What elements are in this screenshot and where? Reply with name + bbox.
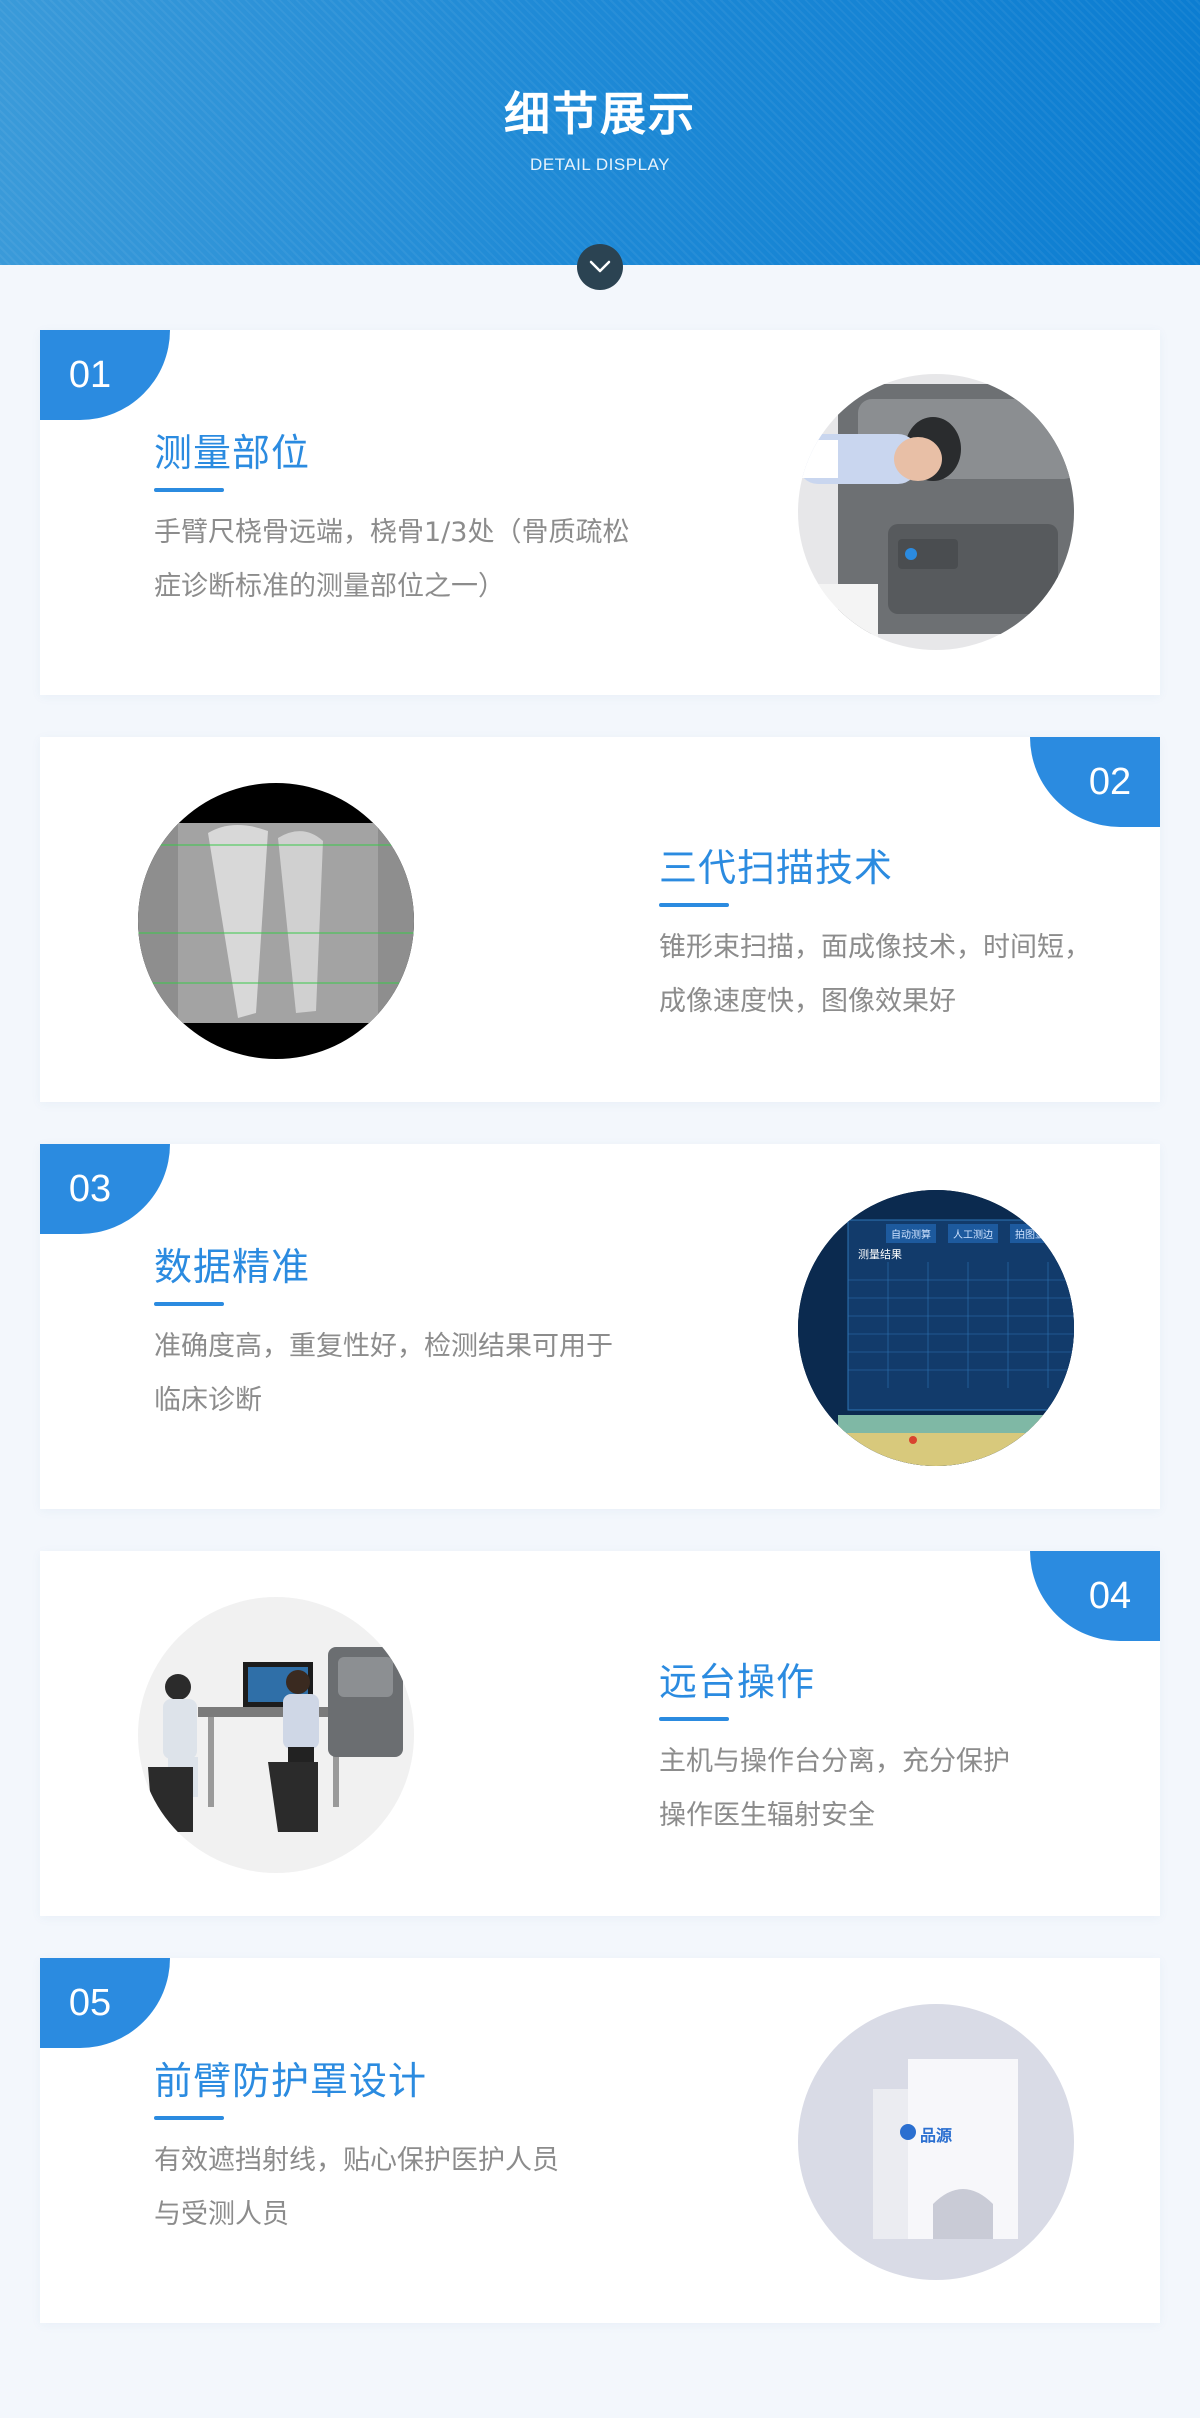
title-underline: [659, 1717, 729, 1721]
scroll-down-button[interactable]: [577, 244, 623, 290]
screen-tab-manual: 人工测边: [948, 1224, 998, 1243]
card-desc-line: 与受测人员: [154, 2199, 289, 2230]
card-title: 三代扫描技术: [659, 846, 894, 890]
measurement-software-screen: 自动测算 人工测边 拍图显示 测量结果: [798, 1190, 1074, 1466]
card-text: 前臂防护罩设计 有效遮挡射线，贴心保护医护人员 与受测人员: [154, 2058, 559, 2242]
card-title: 数据精准: [154, 1245, 311, 1289]
card-number-badge: 03: [40, 1144, 170, 1234]
feature-card-scan-technology: 02 三代扫描技术 锥形束扫描，面成像技术，时间短， 成像速度快，图像效果好: [40, 737, 1160, 1102]
card-title: 测量部位: [154, 431, 311, 475]
detail-header: 细节展示 DETAIL DISPLAY: [0, 0, 1200, 265]
card-text: 测量部位 手臂尺桡骨远端，桡骨1/3处（骨质疏松 症诊断标准的测量部位之一）: [154, 430, 629, 614]
card-text: 三代扫描技术 锥形束扫描，面成像技术，时间短， 成像速度快，图像效果好: [659, 845, 1091, 1029]
shield-logo: 品源: [920, 2126, 953, 2145]
card-title: 前臂防护罩设计: [154, 2059, 428, 2103]
card-desc-line: 临床诊断: [154, 1385, 262, 1416]
title-underline: [154, 1302, 224, 1306]
screen-tab-photo: 拍图显示: [1010, 1224, 1060, 1243]
page-title: 细节展示: [504, 87, 696, 141]
feature-card-measurement-site: 01 测量部位 手臂尺桡骨远端，桡骨1/3处（骨质疏松 症诊断标准的测量部位之一…: [40, 330, 1160, 695]
card-desc-line: 症诊断标准的测量部位之一）: [154, 571, 505, 602]
chevron-down-icon: [589, 260, 611, 273]
card-desc-line: 主机与操作台分离，充分保护: [659, 1746, 1010, 1777]
feature-card-accurate-data: 03 数据精准 准确度高，重复性好，检测结果可用于 临床诊断 自动测算 人工测边…: [40, 1144, 1160, 1509]
remote-operation-photo: [138, 1597, 414, 1873]
feature-card-remote-operation: 04 远台操作 主机与操作台分离，充分保护 操作医生辐射安全: [40, 1551, 1160, 1916]
feature-card-shield-design: 05 前臂防护罩设计 有效遮挡射线，贴心保护医护人员 与受测人员 品源: [40, 1958, 1160, 2323]
screen-tab-auto: 自动测算: [886, 1224, 936, 1243]
card-text: 数据精准 准确度高，重复性好，检测结果可用于 临床诊断: [154, 1244, 613, 1428]
title-underline: [154, 488, 224, 492]
page-subtitle: DETAIL DISPLAY: [530, 155, 670, 174]
screen-panel-title: 测量结果: [858, 1248, 902, 1261]
card-number-badge: 01: [40, 330, 170, 420]
card-desc-line: 锥形束扫描，面成像技术，时间短，: [659, 932, 1091, 963]
card-desc-line: 有效遮挡射线，贴心保护医护人员: [154, 2145, 559, 2176]
card-number-badge: 02: [1030, 737, 1160, 827]
forearm-scanner-photo: [798, 374, 1074, 650]
card-desc-line: 手臂尺桡骨远端，桡骨1/3处（骨质疏松: [154, 517, 630, 548]
card-desc-line: 成像速度快，图像效果好: [659, 986, 956, 1017]
xray-bone-image: [138, 783, 414, 1059]
card-number-badge: 05: [40, 1958, 170, 2048]
title-underline: [154, 2116, 224, 2120]
card-title: 远台操作: [659, 1660, 816, 1704]
card-number-badge: 04: [1030, 1551, 1160, 1641]
title-underline: [659, 903, 729, 907]
forearm-shield-photo: 品源: [798, 2004, 1074, 2280]
card-desc-line: 准确度高，重复性好，检测结果可用于: [154, 1331, 613, 1362]
card-desc-line: 操作医生辐射安全: [659, 1800, 875, 1831]
card-text: 远台操作 主机与操作台分离，充分保护 操作医生辐射安全: [659, 1659, 1010, 1843]
